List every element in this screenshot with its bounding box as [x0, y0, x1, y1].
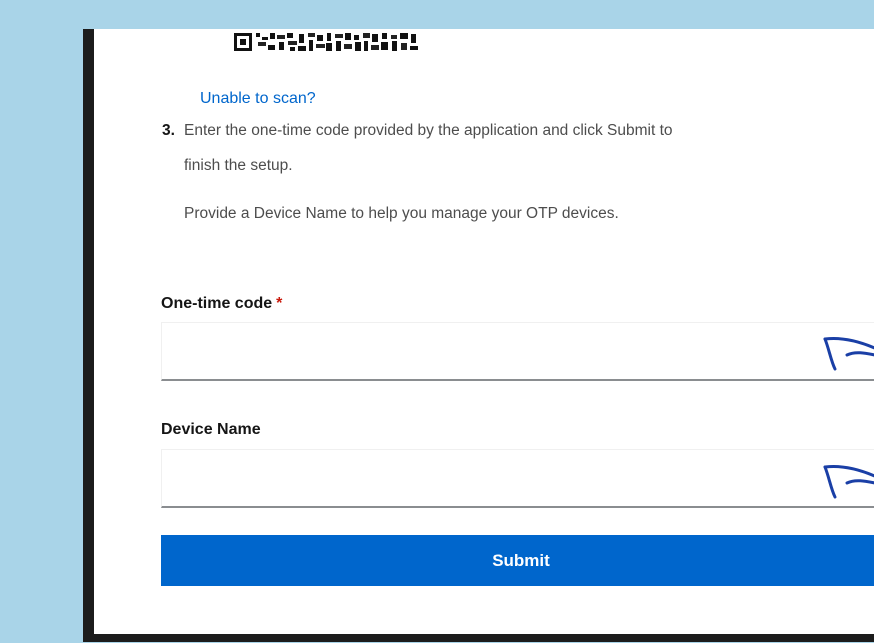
hand-drawn-arrow-icon [823, 337, 874, 371]
qr-code-image [232, 29, 424, 57]
one-time-code-input[interactable] [161, 322, 874, 381]
required-asterisk: * [276, 295, 283, 312]
device-name-label: Device Name [161, 421, 261, 438]
device-name-hint: Provide a Device Name to help you manage… [184, 205, 619, 222]
unable-to-scan-link[interactable]: Unable to scan? [200, 90, 316, 108]
step-instruction-line-2: finish the setup. [184, 157, 293, 174]
device-name-input[interactable] [161, 449, 874, 508]
one-time-code-label-text: One-time code [161, 295, 273, 312]
step-instruction-line-1: Enter the one-time code provided by the … [184, 122, 673, 139]
one-time-code-label: One-time code * [161, 295, 282, 313]
otp-setup-panel: Unable to scan? 3. Enter the one-time co… [94, 29, 874, 634]
step-number: 3. [162, 122, 175, 139]
submit-button[interactable]: Submit [161, 535, 874, 586]
hand-drawn-arrow-icon [823, 465, 874, 499]
